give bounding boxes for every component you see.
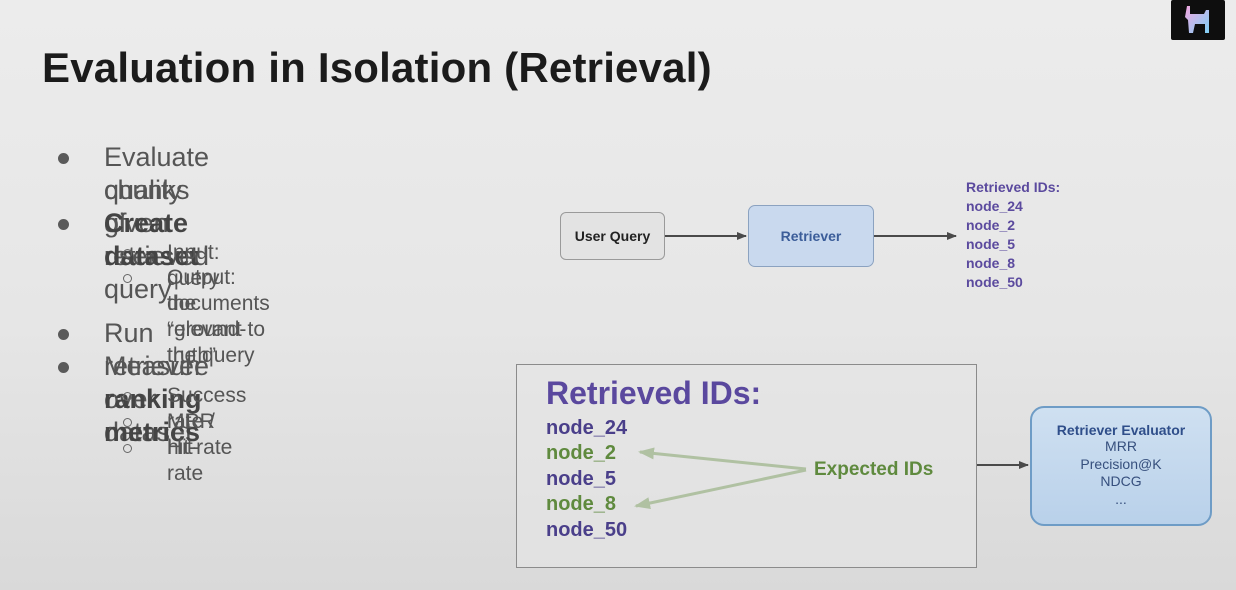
retrieved-id-item: node_2 bbox=[966, 217, 1016, 233]
retrieved-id-item: node_24 bbox=[966, 198, 1023, 214]
evaluator-metric: Precision@K bbox=[1080, 455, 1162, 472]
panel-id-item: node_50 bbox=[546, 518, 628, 541]
panel-id-item: node_5 bbox=[546, 467, 617, 490]
retrieved-ids-panel-title: Retrieved IDs: bbox=[546, 375, 762, 411]
expected-ids-label: Expected IDs bbox=[814, 459, 934, 480]
evaluator-metric: MRR bbox=[1105, 438, 1137, 454]
retrieved-ids-small-title: Retrieved IDs: bbox=[966, 179, 1061, 195]
retrieved-id-item: node_50 bbox=[966, 274, 1023, 290]
retriever-evaluator-box: Retriever Evaluator MRR Precision@K NDCG… bbox=[1030, 406, 1212, 526]
slide: Evaluation in Isolation (Retrieval) Eval… bbox=[0, 0, 1236, 590]
panel-id-item-expected: node_8 bbox=[546, 493, 617, 516]
retrieved-ids-small: Retrieved IDs: node_24 node_2 node_5 nod… bbox=[966, 178, 1060, 292]
retriever-box: Retriever bbox=[748, 205, 874, 267]
retrieved-ids-panel-list: node_24 node_2 node_5 node_8 node_50 bbox=[546, 416, 627, 543]
panel-id-item: node_24 bbox=[546, 417, 628, 439]
panel-id-item-expected: node_2 bbox=[546, 442, 617, 465]
evaluator-metric: ... bbox=[1115, 490, 1127, 507]
retrieved-id-item: node_5 bbox=[966, 236, 1016, 252]
evaluator-metric: NDCG bbox=[1100, 473, 1142, 489]
evaluator-title: Retriever Evaluator bbox=[1056, 422, 1186, 438]
retrieved-id-item: node_8 bbox=[966, 255, 1016, 271]
user-query-box: User Query bbox=[560, 212, 665, 260]
